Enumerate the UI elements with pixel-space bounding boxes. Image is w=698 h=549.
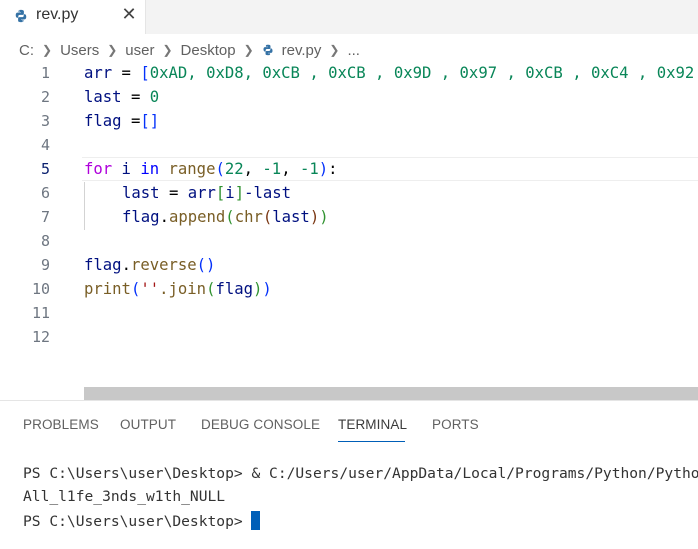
line-number: 6 [40, 184, 50, 202]
tab-label: rev.py [36, 6, 79, 23]
line-number: 9 [40, 256, 50, 274]
code-line[interactable]: 11 [0, 302, 698, 326]
terminal-output: All_l1fe_3nds_w1th_NULL [23, 488, 226, 505]
chevron-right-icon: ❯ [162, 43, 173, 57]
tab-ports[interactable]: PORTS [432, 417, 479, 432]
code-line[interactable]: 6 last = arr[i]-last [0, 182, 698, 206]
line-number: 3 [40, 112, 50, 130]
breadcrumb-user[interactable]: user [125, 42, 154, 59]
line-number: 8 [40, 232, 50, 250]
close-icon[interactable]: ✕ [121, 5, 137, 23]
code-text: for i in range(22, -1, -1): [84, 160, 338, 178]
code-line[interactable]: 1 arr = [0xAD, 0xD8, 0xCB , 0xCB , 0x9D … [0, 62, 698, 86]
terminal-cursor [251, 511, 261, 530]
code-line-current[interactable]: 5 for i in range(22, -1, -1): [0, 158, 698, 182]
editor-tab-bar: rev.py ✕ [0, 0, 698, 34]
code-line[interactable]: 2 last = 0 [0, 86, 698, 110]
code-line[interactable]: 4 [0, 134, 698, 158]
python-file-icon [15, 9, 27, 23]
tab-debug-console[interactable]: DEBUG CONSOLE [201, 417, 320, 432]
tab-output[interactable]: OUTPUT [120, 417, 176, 432]
line-number: 10 [31, 280, 50, 298]
tab-rev-py[interactable]: rev.py ✕ [0, 0, 146, 34]
terminal-line: PS C:\Users\user\Desktop> & C:/Users/use… [23, 465, 698, 482]
python-file-icon [263, 44, 273, 56]
active-tab-indicator [338, 441, 405, 442]
breadcrumb-symbols[interactable]: ... [347, 42, 360, 59]
line-number: 1 [40, 64, 50, 82]
line-number: 5 [40, 160, 50, 178]
code-line[interactable]: 9 flag.reverse() [0, 254, 698, 278]
line-number: 7 [40, 208, 50, 226]
breadcrumb-users[interactable]: Users [60, 42, 99, 59]
code-text: last = 0 [84, 88, 160, 106]
code-text: flag.append(chr(last)) [122, 208, 329, 226]
tab-problems[interactable]: PROBLEMS [23, 417, 99, 432]
chevron-right-icon: ❯ [42, 43, 53, 57]
tab-terminal[interactable]: TERMINAL [338, 417, 407, 432]
breadcrumb-drive[interactable]: C: [19, 42, 34, 59]
line-number: 12 [31, 328, 50, 346]
code-line[interactable]: 10 print(''.join(flag)) [0, 278, 698, 302]
code-text: flag =[] [84, 112, 160, 130]
chevron-right-icon: ❯ [107, 43, 118, 57]
breadcrumb-desktop[interactable]: Desktop [181, 42, 236, 59]
bottom-panel: PROBLEMS OUTPUT DEBUG CONSOLE TERMINAL P… [0, 400, 698, 549]
code-editor[interactable]: 1 arr = [0xAD, 0xD8, 0xCB , 0xCB , 0x9D … [0, 62, 698, 386]
chevron-right-icon: ❯ [243, 43, 254, 57]
line-number: 2 [40, 88, 50, 106]
line-number: 11 [31, 304, 50, 322]
chevron-right-icon: ❯ [329, 43, 340, 57]
horizontal-scrollbar[interactable] [84, 387, 698, 400]
code-line[interactable]: 7 flag.append(chr(last)) [0, 206, 698, 230]
breadcrumb: C: ❯ Users ❯ user ❯ Desktop ❯ rev.py ❯ .… [19, 39, 360, 61]
code-text: last = arr[i]-last [122, 184, 292, 202]
code-line[interactable]: 12 [0, 326, 698, 350]
code-text: flag.reverse() [84, 256, 216, 274]
code-text: print(''.join(flag)) [84, 280, 272, 298]
line-number: 4 [40, 136, 50, 154]
code-line[interactable]: 8 [0, 230, 698, 254]
code-line[interactable]: 3 flag =[] [0, 110, 698, 134]
terminal-prompt[interactable]: PS C:\Users\user\Desktop> [23, 511, 261, 530]
breadcrumb-file[interactable]: rev.py [282, 42, 322, 59]
code-text: arr = [0xAD, 0xD8, 0xCB , 0xCB , 0x9D , … [84, 64, 695, 82]
